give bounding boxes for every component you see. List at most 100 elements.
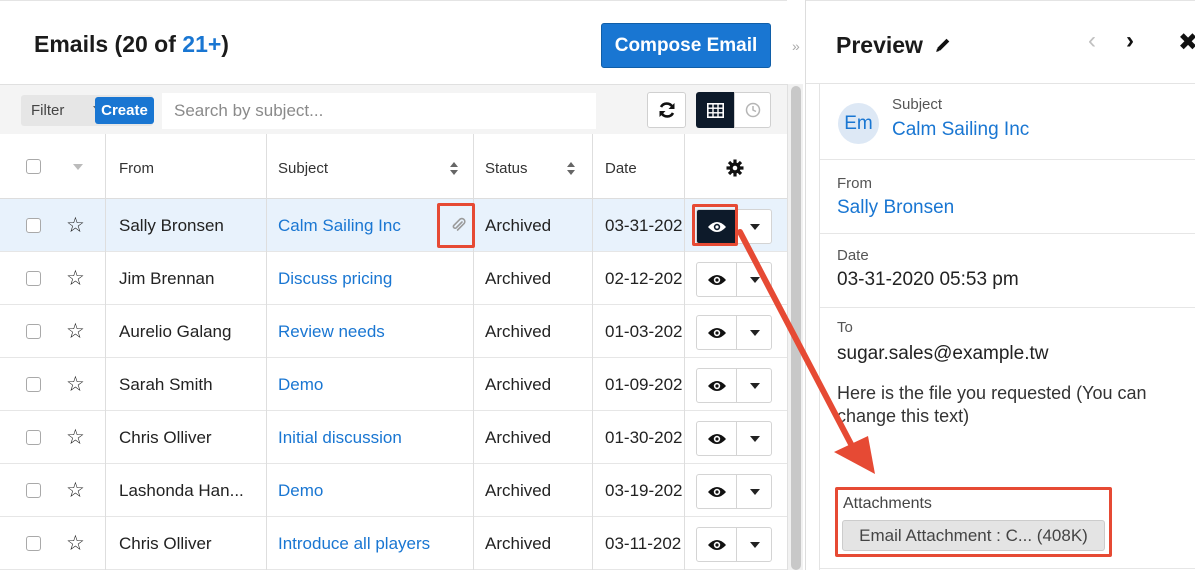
- table-row[interactable]: ☆ Jim Brennan Discuss pricing Archived 02-12…: [0, 252, 787, 305]
- preview-button[interactable]: [697, 422, 736, 455]
- preview-button[interactable]: [697, 316, 736, 349]
- preview-button[interactable]: [697, 263, 736, 296]
- row-checkbox[interactable]: [26, 430, 41, 445]
- favorite-star-icon[interactable]: ☆: [66, 215, 85, 236]
- from-cell: Lashonda Han...: [119, 481, 244, 500]
- table-row[interactable]: ☆ Sarah Smith Demo Archived 01-09-202: [0, 358, 787, 411]
- row-checkbox[interactable]: [26, 218, 41, 233]
- previous-record-button[interactable]: ‹: [1088, 27, 1096, 55]
- row-actions: [696, 262, 772, 297]
- from-cell: Jim Brennan: [119, 269, 215, 288]
- eye-icon: [707, 486, 726, 497]
- refresh-icon: [659, 102, 674, 118]
- column-divider: [105, 134, 106, 570]
- status-cell: Archived: [485, 534, 552, 553]
- title-text: Emails (20 of: [34, 31, 183, 57]
- avatar: Em: [838, 103, 879, 144]
- column-header-date[interactable]: Date: [605, 160, 637, 177]
- list-view-button[interactable]: [696, 92, 734, 128]
- activity-stream-button[interactable]: [734, 92, 771, 128]
- pencil-icon[interactable]: [934, 36, 952, 54]
- list-view-icon: [706, 102, 724, 118]
- chevron-down-icon: [749, 329, 760, 336]
- table-row[interactable]: ☆ Lashonda Han... Demo Archived 03-19-202: [0, 464, 787, 517]
- status-cell: Archived: [485, 428, 552, 447]
- preview-button[interactable]: [697, 528, 736, 561]
- column-header-from[interactable]: From: [119, 160, 154, 177]
- table-row[interactable]: ☆ Chris Olliver Introduce all players Archi…: [0, 517, 787, 570]
- divider: [820, 568, 1195, 569]
- eye-icon: [707, 539, 726, 550]
- row-actions-dropdown[interactable]: [736, 263, 772, 296]
- gear-icon[interactable]: [726, 159, 744, 177]
- status-cell: Archived: [485, 216, 552, 235]
- subject-link[interactable]: Introduce all players: [278, 534, 468, 554]
- eye-icon: [707, 433, 726, 444]
- scrollbar-thumb[interactable]: [791, 86, 801, 570]
- row-actions-dropdown[interactable]: [736, 210, 772, 243]
- sort-icon[interactable]: [567, 162, 576, 176]
- collapse-preview-button[interactable]: »: [792, 38, 800, 54]
- subject-link[interactable]: Demo: [278, 375, 468, 395]
- from-label: From: [837, 175, 872, 192]
- row-actions-dropdown[interactable]: [736, 316, 772, 349]
- sort-icon[interactable]: [450, 162, 459, 176]
- table-header: From Subject Status Date: [0, 134, 787, 199]
- from-cell: Chris Olliver: [119, 534, 212, 553]
- total-count-link[interactable]: 21+: [182, 31, 221, 57]
- chevron-down-icon: [749, 223, 760, 230]
- date-cell: 03-19-202: [605, 481, 683, 500]
- select-all-checkbox[interactable]: [26, 159, 41, 174]
- favorite-star-icon[interactable]: ☆: [66, 321, 85, 342]
- table-row[interactable]: ☆ Aurelio Galang Review needs Archived 01-03…: [0, 305, 787, 358]
- row-checkbox[interactable]: [26, 536, 41, 551]
- eye-icon: [707, 380, 726, 391]
- subject-link[interactable]: Calm Sailing Inc: [892, 119, 1029, 141]
- attachments-label: Attachments: [843, 495, 932, 512]
- subject-link[interactable]: Review needs: [278, 322, 468, 342]
- divider: [820, 233, 1195, 234]
- next-record-button[interactable]: ›: [1126, 27, 1134, 55]
- attachment-button[interactable]: Email Attachment : C... (408K): [842, 520, 1105, 551]
- close-preview-button[interactable]: ✖: [1178, 28, 1195, 57]
- row-checkbox[interactable]: [26, 271, 41, 286]
- subject-link[interactable]: Initial discussion: [278, 428, 468, 448]
- title-suffix: ): [221, 31, 229, 57]
- favorite-star-icon[interactable]: ☆: [66, 374, 85, 395]
- attachments-section: Attachments Email Attachment : C... (408…: [835, 487, 1112, 557]
- favorite-star-icon[interactable]: ☆: [66, 427, 85, 448]
- row-checkbox[interactable]: [26, 377, 41, 392]
- column-header-status[interactable]: Status: [485, 160, 528, 177]
- select-all-dropdown[interactable]: [60, 152, 96, 182]
- date-cell: 01-09-202: [605, 375, 683, 394]
- table-row[interactable]: ☆ Sally Bronsen Calm Sailing Inc Archived 03…: [0, 199, 787, 252]
- clock-icon: [745, 102, 760, 118]
- row-actions-dropdown[interactable]: [736, 528, 772, 561]
- favorite-star-icon[interactable]: ☆: [66, 268, 85, 289]
- from-cell: Chris Olliver: [119, 428, 212, 447]
- from-link[interactable]: Sally Bronsen: [837, 197, 954, 219]
- compose-email-button[interactable]: Compose Email: [601, 23, 771, 68]
- refresh-button[interactable]: [647, 92, 686, 128]
- preview-title: Preview: [836, 32, 923, 58]
- chevron-down-icon: [749, 382, 760, 389]
- row-checkbox[interactable]: [26, 324, 41, 339]
- favorite-star-icon[interactable]: ☆: [66, 480, 85, 501]
- row-checkbox[interactable]: [26, 483, 41, 498]
- paperclip-icon: [445, 209, 471, 240]
- favorite-star-icon[interactable]: ☆: [66, 533, 85, 554]
- table-row[interactable]: ☆ Chris Olliver Initial discussion Archived…: [0, 411, 787, 464]
- search-input[interactable]: [162, 93, 596, 129]
- row-actions-dropdown[interactable]: [736, 422, 772, 455]
- chevron-down-icon: [749, 488, 760, 495]
- row-actions-dropdown[interactable]: [736, 369, 772, 402]
- from-cell: Aurelio Galang: [119, 322, 232, 341]
- preview-button[interactable]: [697, 369, 736, 402]
- create-filter-button[interactable]: Create: [95, 97, 154, 124]
- row-actions-dropdown[interactable]: [736, 475, 772, 508]
- subject-link[interactable]: Demo: [278, 481, 468, 501]
- subject-link[interactable]: Discuss pricing: [278, 269, 468, 289]
- date-cell: 02-12-202: [605, 269, 683, 288]
- preview-button[interactable]: [697, 475, 736, 508]
- column-header-subject[interactable]: Subject: [278, 160, 328, 177]
